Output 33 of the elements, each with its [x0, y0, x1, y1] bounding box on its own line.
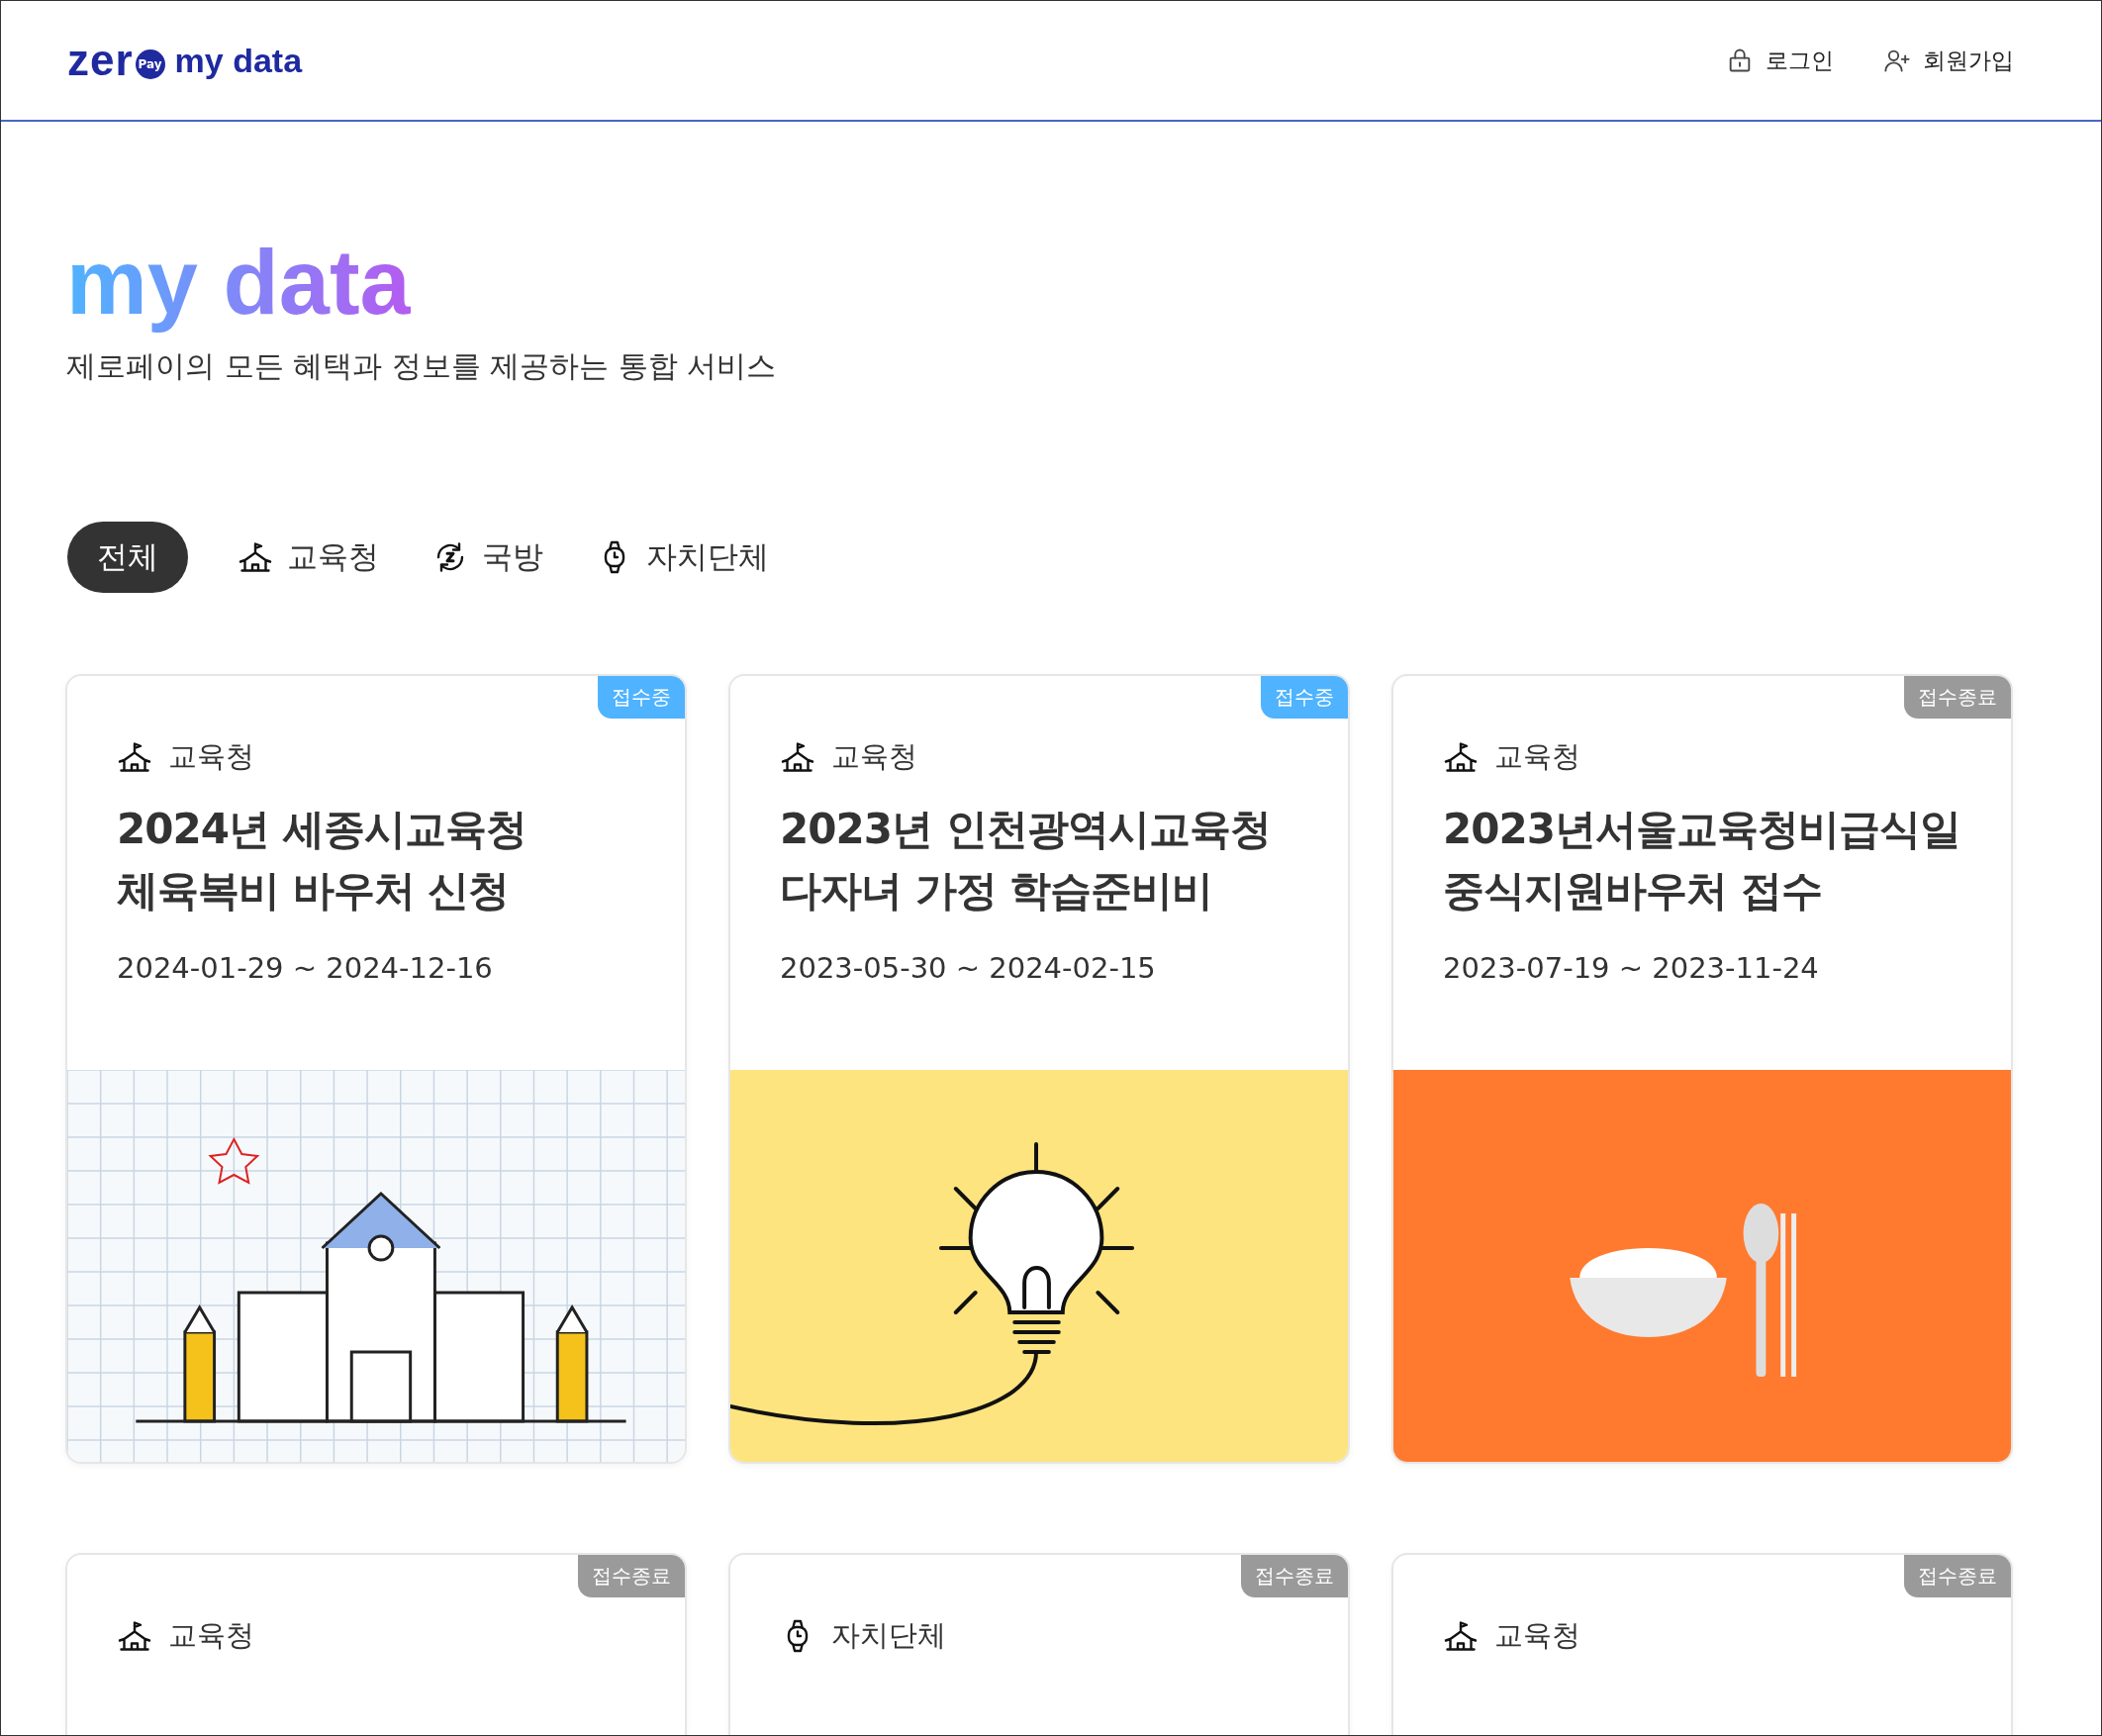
category-tab[interactable]: 교육청: [234, 522, 383, 594]
hero-subtitle: 제로페이의 모든 혜택과 정보를 제공하는 통합 서비스: [66, 347, 778, 386]
status-badge: 접수종료: [1241, 1555, 1348, 1598]
category-label: 교육청: [168, 1617, 254, 1655]
status-badge: 접수종료: [578, 1555, 685, 1598]
signup-link[interactable]: 회원가입: [1883, 45, 2014, 76]
logo[interactable]: zer Pay my data: [67, 36, 303, 85]
program-card[interactable]: 접수종료 교육청: [65, 1553, 687, 1735]
category-tab[interactable]: 전체: [67, 522, 188, 594]
login-link[interactable]: 로그인: [1726, 45, 1834, 76]
card-title: 2023년 인천광역시교육청 다자녀 가정 학습준비비: [780, 804, 1272, 917]
status-badge: 접수종료: [1904, 1555, 2011, 1598]
status-badge: 접수종료: [1904, 676, 2011, 720]
category-tab[interactable]: 자치단체: [593, 522, 773, 594]
status-badge: 접수중: [598, 676, 685, 720]
date-range: 2023-07-19 ~ 2023-11-24: [1443, 951, 1820, 986]
program-card[interactable]: 접수중 교육청 2023년 인천광역시교육청 다자녀 가정 학습준비비 2023-05-30 ~ 2024-02-15: [728, 674, 1350, 1465]
program-card[interactable]: 접수종료 교육청: [1391, 1553, 2013, 1735]
category-label: 교육청: [831, 738, 917, 776]
category-label: 교육청: [1494, 738, 1580, 776]
card-title: 2023년서울교육청비급식일중식지원바우처 접수: [1443, 804, 1961, 917]
category-label: 자치단체: [831, 1617, 946, 1655]
program-card[interactable]: 접수종료 교육청 2023년서울교육청비급식일중식지원바우처 접수 2023-07-19 ~ 2023-11-24: [1391, 674, 2013, 1465]
date-range: 2023-05-30 ~ 2024-02-15: [780, 951, 1157, 986]
pay-badge: Pay: [135, 49, 165, 79]
date-range: 2024-01-29 ~ 2024-12-16: [117, 951, 494, 986]
program-card[interactable]: 접수중 교육청 2024년 세종시교육청 체육복비 바우처 신청 2024-01-29 ~ 2024-12-16: [65, 674, 687, 1465]
card-title: 2024년 세종시교육청 체육복비 바우처 신청: [117, 804, 527, 917]
program-card[interactable]: 접수종료 자치단체: [728, 1553, 1350, 1735]
status-badge: 접수중: [1261, 676, 1348, 720]
category-label: 교육청: [1494, 1617, 1580, 1655]
category-tab[interactable]: 국방: [429, 522, 547, 594]
category-label: 교육청: [168, 738, 254, 776]
